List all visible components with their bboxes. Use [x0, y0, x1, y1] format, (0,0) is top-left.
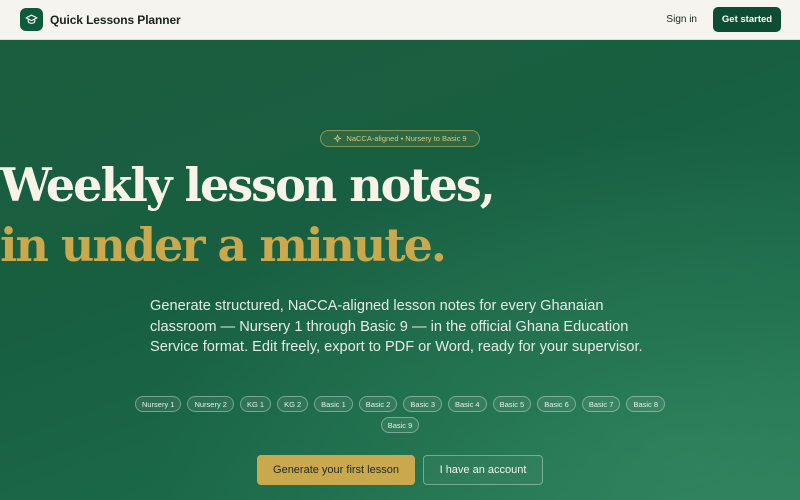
- grade-chip[interactable]: KG 2: [277, 396, 309, 412]
- grade-chip[interactable]: Basic 6: [537, 396, 576, 412]
- grade-chip[interactable]: Nursery 2: [187, 396, 234, 412]
- brand-name[interactable]: Quick Lessons Planner: [50, 13, 181, 27]
- grade-chip[interactable]: Basic 3: [403, 396, 442, 412]
- graduation-cap-icon: [25, 14, 38, 24]
- get-started-button[interactable]: Get started: [713, 7, 781, 32]
- grade-chip[interactable]: Basic 9: [380, 417, 420, 433]
- grade-chip[interactable]: Basic 2: [358, 396, 398, 412]
- grade-chip[interactable]: Basic 1: [314, 396, 353, 412]
- headline-line-2: in under a minute.: [0, 218, 447, 272]
- grade-chip[interactable]: Nursery 1: [134, 396, 182, 412]
- top-header: Quick Lessons Planner Sign in Get starte…: [0, 0, 800, 40]
- headline-line-1: Weekly lesson notes,: [0, 158, 496, 212]
- badge-text: NaCCA-aligned • Nursery to Basic 9: [346, 134, 467, 143]
- logo[interactable]: [20, 8, 43, 31]
- grade-chips: Nursery 1 Nursery 2 KG 1 KG 2 Basic 1 Basic 2…: [130, 396, 670, 433]
- grade-chip[interactable]: Basic 7: [581, 396, 621, 412]
- alignment-badge: NaCCA-aligned • Nursery to Basic 9: [320, 130, 480, 147]
- grade-chip[interactable]: Basic 8: [626, 396, 666, 412]
- sparkle-icon: [334, 134, 342, 143]
- sign-in-link[interactable]: Sign in: [666, 14, 697, 25]
- grade-chip[interactable]: Basic 5: [492, 396, 532, 412]
- hero-subtitle: Generate structured, NaCCA-aligned lesso…: [150, 298, 643, 355]
- have-account-button[interactable]: I have an account: [423, 455, 543, 485]
- generate-lesson-button[interactable]: Generate your first lesson: [257, 455, 415, 485]
- grade-chip[interactable]: Basic 4: [448, 396, 487, 412]
- grade-chip[interactable]: KG 1: [239, 396, 272, 412]
